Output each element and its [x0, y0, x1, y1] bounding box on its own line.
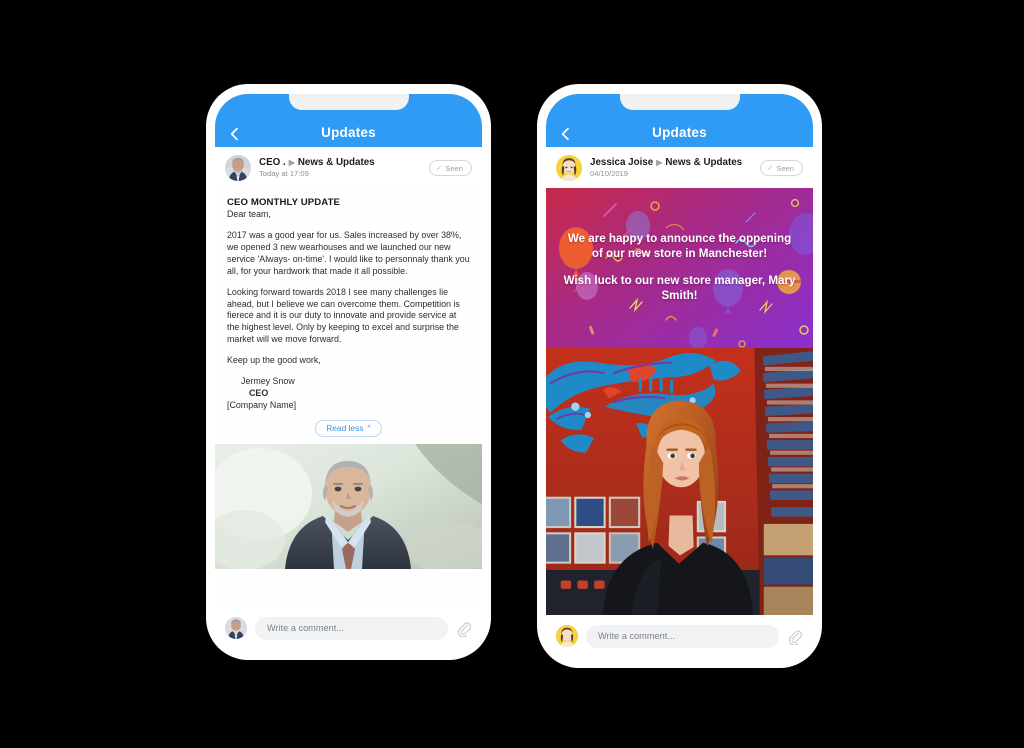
record-shop-photo[interactable] [546, 348, 813, 615]
play-triangle-icon: ▶ [656, 157, 663, 167]
banner-text-block: We are happy to announce the oppening of… [546, 188, 813, 348]
read-less-button[interactable]: Read less ^ [315, 419, 382, 437]
banner-line-2: Wish luck to our new store manager, Mary… [563, 274, 796, 302]
banner-line-1: We are happy to announce the oppening of… [567, 232, 792, 261]
article-greeting: Dear team, [227, 209, 271, 219]
comment-bar-store [546, 615, 813, 657]
avatar-ceo[interactable] [225, 155, 251, 181]
post-header-ceo: CEO . ▶ News & Updates Today at 17:09 ✓ … [215, 147, 482, 188]
article-paragraph-1: 2017 was a good year for us. Sales incre… [227, 229, 470, 276]
read-less-row: Read less ^ [215, 414, 482, 444]
paperclip-icon[interactable] [456, 620, 471, 637]
device-notch [619, 94, 740, 110]
play-triangle-icon: ▶ [288, 157, 295, 167]
seen-label: Seen [776, 163, 794, 173]
check-icon: ✓ [767, 165, 774, 172]
status-badge-seen[interactable]: ✓ Seen [429, 160, 472, 176]
app-screen-ceo: Updates CEO . ▶ News & Updates Today at … [215, 94, 482, 649]
article-paragraph-3: Keep up the good work, [227, 355, 321, 366]
signature-name: Jermey Snow [241, 376, 295, 387]
comment-input[interactable] [586, 624, 779, 648]
post-body-ceo: CEO MONTHLY UPDATE Dear team, 2017 was a… [215, 188, 482, 607]
phone-mockup-ceo: Updates CEO . ▶ News & Updates Today at … [206, 84, 491, 660]
chevron-up-icon: ^ [367, 424, 371, 432]
post-meta-ceo: CEO . ▶ News & Updates Today at 17:09 [259, 157, 421, 179]
app-screen-store: Updates Jessica Joise ▶ News & Updates 0… [546, 94, 813, 657]
post-author-name: Jessica Joise [590, 157, 654, 168]
avatar-ceo-small[interactable] [225, 617, 247, 639]
post-timestamp: Today at 17:09 [259, 169, 309, 179]
post-body-store: We are happy to announce the oppening of… [546, 188, 813, 615]
signature-role: CEO [249, 388, 269, 399]
read-less-label: Read less [326, 423, 364, 434]
post-header-store: Jessica Joise ▶ News & Updates 04/10/201… [546, 147, 813, 188]
post-channel-name[interactable]: News & Updates [665, 157, 742, 168]
article-title: CEO MONTHLY UPDATE [227, 197, 341, 208]
navbar-title: Updates [652, 125, 707, 140]
avatar-jessica[interactable] [556, 155, 582, 181]
back-chevron-left-icon[interactable] [226, 125, 244, 143]
post-timestamp: 04/10/2019 [590, 169, 629, 179]
navbar-store: Updates [546, 94, 813, 147]
seen-label: Seen [445, 163, 463, 173]
phone-mockup-store: Updates Jessica Joise ▶ News & Updates 0… [537, 84, 822, 668]
status-badge-seen[interactable]: ✓ Seen [760, 160, 803, 176]
navbar-ceo: Updates [215, 94, 482, 147]
article-paragraph-2: Looking forward towards 2018 I see many … [227, 286, 460, 345]
device-notch [288, 94, 409, 110]
post-channel-name[interactable]: News & Updates [298, 157, 375, 168]
check-icon: ✓ [436, 165, 443, 172]
article-ceo: CEO MONTHLY UPDATE Dear team, 2017 was a… [215, 188, 482, 414]
back-chevron-left-icon[interactable] [557, 125, 575, 143]
signature-company: [Company Name] [227, 399, 297, 410]
avatar-jessica-small[interactable] [556, 625, 578, 647]
comment-input[interactable] [255, 616, 448, 640]
post-author-name: CEO . [259, 157, 286, 168]
article-signature: Jermey Snow CEO [Company Name] [227, 376, 470, 412]
post-meta-store: Jessica Joise ▶ News & Updates 04/10/201… [590, 157, 752, 179]
store-announcement-banner[interactable]: We are happy to announce the oppening of… [546, 188, 813, 348]
paperclip-icon[interactable] [787, 628, 802, 645]
navbar-title: Updates [321, 125, 376, 140]
ceo-portrait-photo[interactable] [215, 443, 482, 569]
comment-bar-ceo [215, 607, 482, 649]
screenshot-stage: Updates CEO . ▶ News & Updates Today at … [0, 0, 1024, 748]
